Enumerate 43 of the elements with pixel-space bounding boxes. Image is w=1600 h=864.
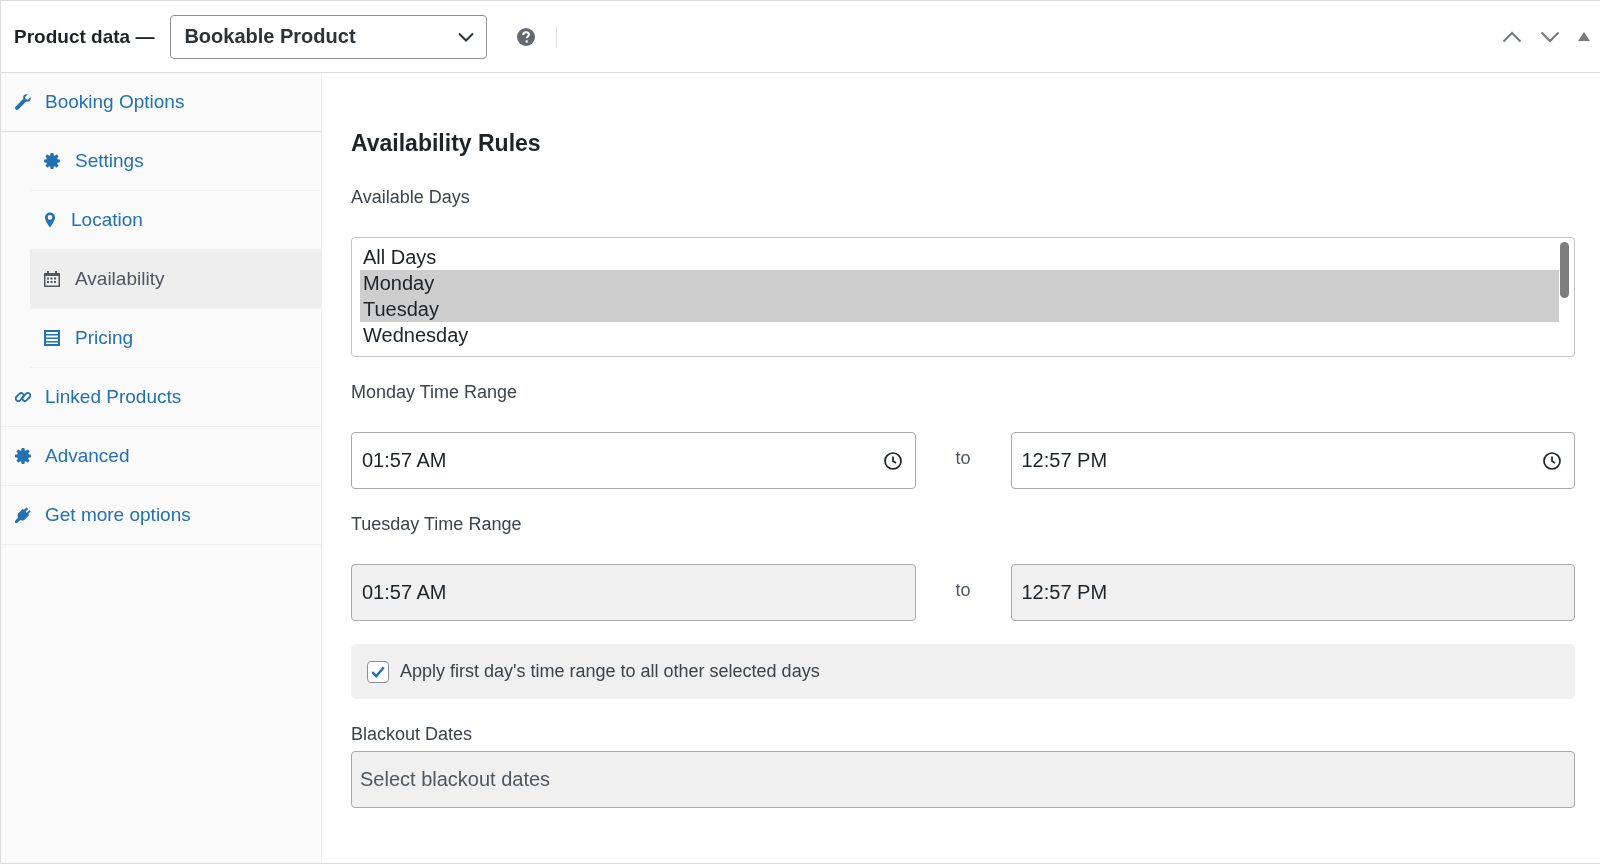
field-label: Blackout Dates xyxy=(351,723,473,745)
gear-icon xyxy=(15,448,31,464)
field-label: Available Days xyxy=(351,186,470,208)
time-field[interactable]: 01:57 AM xyxy=(351,432,916,489)
sidebar-item[interactable]: Advanced xyxy=(1,427,321,486)
link-icon xyxy=(15,389,31,405)
caret-icon xyxy=(458,31,475,42)
field-label: Tuesday Time Range xyxy=(351,513,522,535)
clock-icon xyxy=(1543,451,1561,470)
checkbox-label: Apply first day's time range to all other selected days xyxy=(400,661,820,682)
blackout-dates-field[interactable]: Select blackout dates xyxy=(351,751,1575,808)
wrench-icon xyxy=(15,94,31,110)
time-field[interactable]: 12:57 PM xyxy=(1010,432,1575,489)
checkbox[interactable] xyxy=(367,660,389,683)
day-option[interactable]: Wednesday xyxy=(360,322,1559,348)
help-icon[interactable] xyxy=(517,27,536,46)
checkmark-icon xyxy=(371,665,385,678)
separator-label: to xyxy=(954,580,972,601)
clock-icon xyxy=(883,451,902,470)
day-option[interactable]: All Days xyxy=(360,244,1559,270)
scrollbar-thumb[interactable] xyxy=(1560,242,1569,298)
day-option[interactable]: Monday xyxy=(360,270,1559,296)
sidebar-item[interactable]: Settings xyxy=(30,132,321,191)
plug-icon xyxy=(15,507,31,523)
chevron-up-icon[interactable] xyxy=(1502,30,1522,43)
field-label: Monday Time Range xyxy=(351,381,518,403)
sidebar-item[interactable]: Booking Options xyxy=(1,73,321,132)
table-icon xyxy=(44,330,60,346)
calendar-icon xyxy=(44,271,60,287)
panel-title: Product data — xyxy=(14,25,155,48)
product-type-select[interactable]: Bookable Product xyxy=(170,14,488,59)
day-option[interactable]: Tuesday xyxy=(360,296,1559,322)
sidebar-item[interactable]: Linked Products xyxy=(1,368,321,427)
sidebar-item[interactable]: Pricing xyxy=(30,309,321,368)
sidebar-item[interactable]: Availability xyxy=(30,250,321,309)
days-listbox[interactable]: All Days Monday Tuesday Wednesday xyxy=(351,237,1575,357)
separator-label: to xyxy=(954,448,972,469)
sidebar-item[interactable]: Get more options xyxy=(1,486,321,545)
section-title: Availability Rules xyxy=(351,129,542,157)
map-pin-icon xyxy=(44,212,56,228)
gear-icon xyxy=(44,153,60,169)
triangle-up-icon[interactable] xyxy=(1578,32,1590,41)
chevron-down-icon[interactable] xyxy=(1540,30,1560,43)
